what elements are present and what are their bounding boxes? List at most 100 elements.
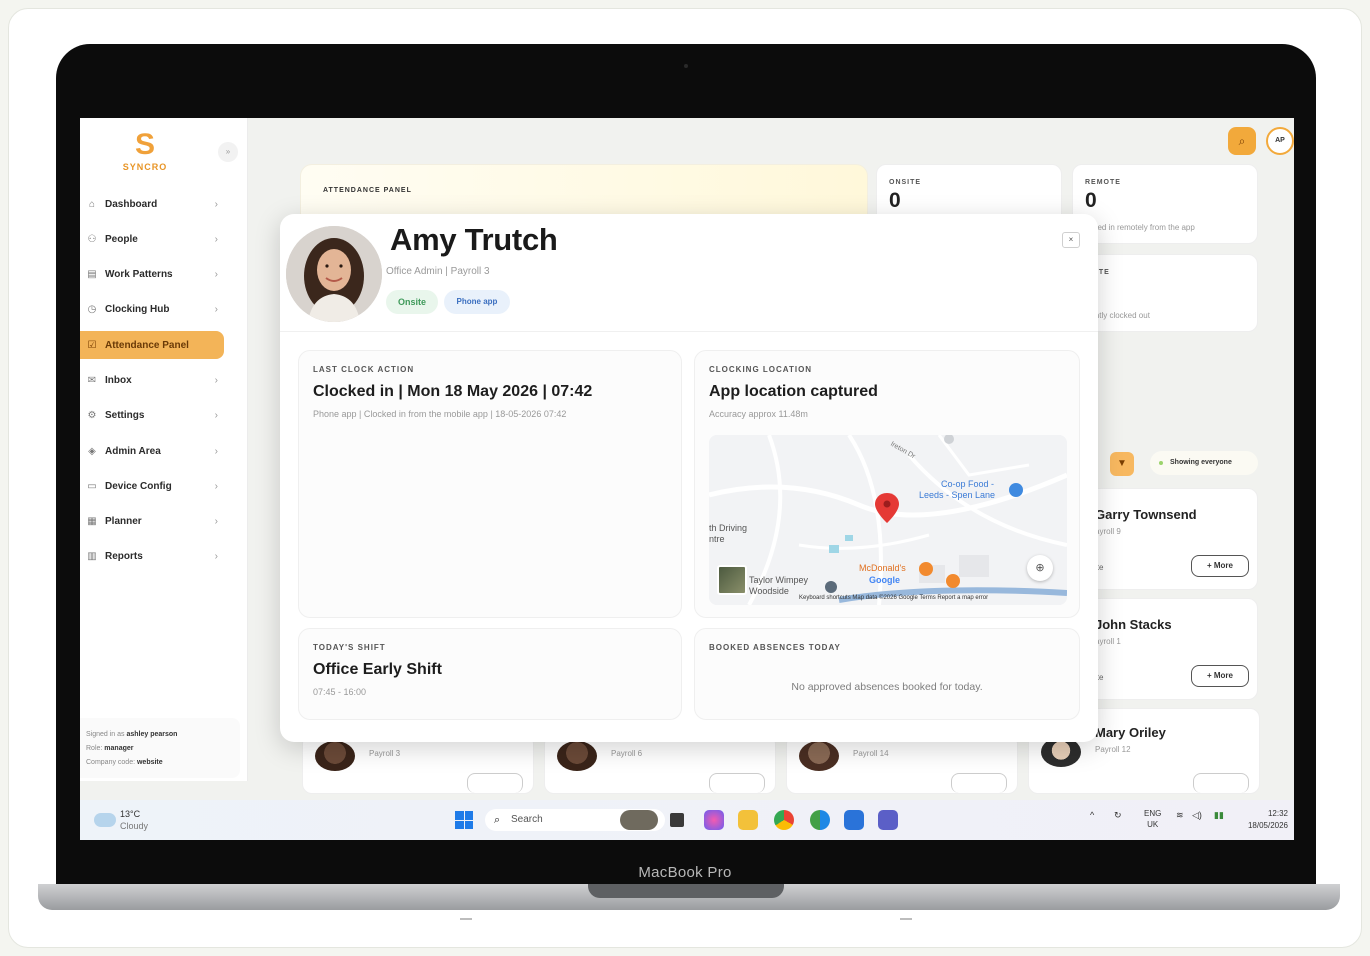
chevron-right-icon: › [214,304,218,316]
sidebar: S SYNCRO » ⌂ Dashboard › ⚇ People › ▤ Work Pa… [80,118,248,781]
sidebar-item-label: People [105,233,138,245]
more-button[interactable]: + More [1191,555,1249,577]
avatar[interactable]: AP [1266,127,1294,155]
location-map[interactable]: Co-op Food - Leeds - Spen Lane th Drivin… [709,435,1067,605]
sidebar-item-admin-area[interactable]: ◈ Admin Area › [80,437,224,465]
chevron-right-icon: › [214,374,218,386]
more-button[interactable] [467,773,523,793]
sidebar-item-clocking-hub[interactable]: ◷ Clocking Hub › [80,296,224,324]
signed-in-user: ashley pearson [126,731,178,738]
chevron-right-icon: › [214,516,218,528]
sidebar-item-label: Dashboard [105,198,158,210]
monitor-icon: ▭ [87,480,97,492]
language-indicator[interactable]: ENG UK [1144,808,1161,830]
planner-icon: ▦ [87,516,97,528]
clocking-location-card: CLOCKING LOCATION App location captured … [694,350,1080,618]
calendar-icon: ▤ [87,269,97,281]
employee-name: Mary Oriley [1095,725,1166,740]
close-button[interactable]: × [1062,232,1080,248]
employee-card[interactable]: Payroll 14 [786,734,1018,794]
volume-icon[interactable]: ◁) [1192,810,1202,821]
map-satellite-toggle[interactable] [717,565,747,595]
store-icon[interactable] [844,810,864,830]
sidebar-item-attendance-panel[interactable]: ☑ Attendance Panel [80,331,224,360]
task-view-icon[interactable] [670,813,684,827]
sidebar-item-label: Reports [105,551,143,563]
filter-icon: ▼ [1117,458,1127,469]
sidebar-item-label: Settings [105,410,145,422]
sidebar-item-planner[interactable]: ▦ Planner › [80,508,224,536]
chrome-icon[interactable] [774,810,794,830]
employee-name: Garry Townsend [1095,507,1197,522]
map-label-coop-2: Leeds - Spen Lane [919,490,996,500]
last-clock-sub: Phone app | Clocked in from the mobile a… [313,409,567,419]
filter-button[interactable]: ▼ [1110,452,1134,476]
sidebar-item-label: Clocking Hub [105,304,170,316]
copilot-icon[interactable] [704,810,724,830]
sidebar-item-settings[interactable]: ⚙ Settings › [80,402,224,430]
edge-icon[interactable] [810,810,830,830]
sidebar-item-inbox[interactable]: ✉ Inbox › [80,366,224,394]
role-prefix: Role: [86,745,103,752]
more-button[interactable] [951,773,1007,793]
shift-hours: 07:45 - 16:00 [313,687,367,697]
offsite-stat-card[interactable]: FSITE 5 rrently clocked out [1072,254,1258,332]
employee-payroll: Payroll 3 [369,749,401,758]
map-label-driving: th Driving [709,523,748,533]
chevron-right-icon: › [214,233,218,245]
cloud-icon[interactable] [94,813,116,827]
employee-card[interactable]: Payroll 6 [544,734,776,794]
more-button[interactable] [1193,773,1249,793]
search-button[interactable]: ⌕ [1228,127,1256,155]
device-label: MacBook Pro [638,864,732,881]
sidebar-item-work-patterns[interactable]: ▤ Work Patterns › [80,261,224,289]
teams-icon[interactable] [878,810,898,830]
battery-icon[interactable]: ▮▮ [1214,810,1224,821]
banner-tag: ATTENDANCE PANEL [323,187,412,194]
clock-date: 18/05/2026 [1247,821,1288,830]
screen: S SYNCRO » ⌂ Dashboard › ⚇ People › ▤ Work Pa… [80,118,1294,840]
signed-in-prefix: Signed in as [86,731,125,738]
map-attribution: Keyboard shortcuts Map data ©2026 Google… [799,595,989,601]
sidebar-item-label: Work Patterns [105,269,173,281]
more-button[interactable] [709,773,765,793]
remote-stat-card[interactable]: REMOTE 0 ocked in remotely from the app [1072,164,1258,244]
map-label-driving-2: ntre [709,534,725,544]
logo-text: SYNCRO [122,162,168,172]
taskbar-clock[interactable]: 12:32 18/05/2026 [1240,808,1288,832]
role-value: manager [104,745,134,752]
sidebar-item-people[interactable]: ⚇ People › [80,225,224,253]
sidebar-item-dashboard[interactable]: ⌂ Dashboard › [80,190,224,218]
sidebar-collapse-button[interactable]: » [218,142,238,162]
employee-card[interactable]: Payroll 3 [302,734,534,794]
map-recenter-button[interactable]: ⊕ [1027,555,1053,581]
wifi-icon[interactable]: ≋ [1176,810,1184,821]
remote-label: REMOTE [1085,179,1121,186]
signed-in-info: Signed in as ashley pearson Role: manage… [80,718,240,778]
sidebar-item-label: Inbox [105,374,132,386]
phone-app-badge: Phone app [444,290,510,314]
map-label-mcdonalds: McDonald's [859,563,906,573]
sidebar-item-reports[interactable]: ▥ Reports › [80,543,224,571]
employee-payroll: ayroll 9 [1095,527,1121,536]
search-icon: ⌕ [1238,134,1246,148]
sync-icon[interactable]: ↻ [1114,810,1122,821]
sidebar-item-label: Planner [105,516,142,528]
laptop-notch [588,884,784,898]
company-prefix: Company code: [86,759,136,766]
modal-header: Amy Trutch Office Admin | Payroll 3 Onsi… [280,214,1098,332]
google-logo: Google [869,575,900,585]
more-button[interactable]: + More [1191,665,1249,687]
people-icon: ⚇ [87,233,97,245]
showing-filter-pill[interactable]: Showing everyone [1150,451,1258,475]
employee-payroll: Payroll 14 [853,749,889,758]
windows-start-icon[interactable] [455,811,473,829]
onsite-label: ONSITE [889,179,922,186]
app-logo[interactable]: S SYNCRO [100,128,190,184]
chevron-up-icon[interactable]: ^ [1090,810,1094,820]
location-title: App location captured [709,383,878,400]
lang-top: ENG [1144,809,1162,818]
file-explorer-icon[interactable] [738,810,758,830]
widget-icon[interactable] [620,810,658,830]
sidebar-item-device-config[interactable]: ▭ Device Config › [80,472,224,500]
